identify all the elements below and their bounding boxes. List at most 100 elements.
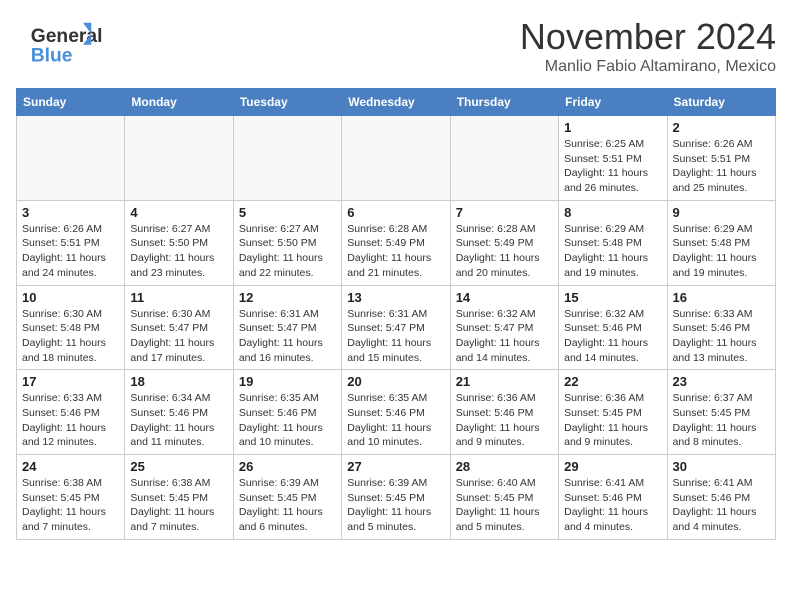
day-info: Sunrise: 6:32 AM Sunset: 5:46 PM Dayligh… [564,307,661,366]
day-info: Sunrise: 6:31 AM Sunset: 5:47 PM Dayligh… [239,307,336,366]
day-info: Sunrise: 6:28 AM Sunset: 5:49 PM Dayligh… [347,222,444,281]
calendar-cell: 23 Sunrise: 6:37 AM Sunset: 5:45 PM Dayli… [667,370,775,455]
day-number: 22 [564,374,661,389]
calendar-cell: 18 Sunrise: 6:34 AM Sunset: 5:46 PM Dayli… [125,370,233,455]
day-number: 8 [564,205,661,220]
calendar-cell: 27 Sunrise: 6:39 AM Sunset: 5:45 PM Dayli… [342,455,450,540]
calendar-cell: 3Sunrise: 6:26 AM Sunset: 5:51 PM Daylig… [17,200,125,285]
day-number: 30 [673,459,770,474]
day-info: Sunrise: 6:41 AM Sunset: 5:46 PM Dayligh… [564,476,661,535]
calendar-cell: 29 Sunrise: 6:41 AM Sunset: 5:46 PM Dayli… [559,455,667,540]
logo-icon: General Blue [16,20,106,64]
day-info: Sunrise: 6:39 AM Sunset: 5:45 PM Dayligh… [347,476,444,535]
calendar-header-row: SundayMondayTuesdayWednesdayThursdayFrid… [17,89,776,116]
day-number: 24 [22,459,119,474]
day-info: Sunrise: 6:38 AM Sunset: 5:45 PM Dayligh… [22,476,119,535]
day-number: 27 [347,459,444,474]
calendar-week-row: 24 Sunrise: 6:38 AM Sunset: 5:45 PM Dayli… [17,455,776,540]
day-info: Sunrise: 6:33 AM Sunset: 5:46 PM Dayligh… [22,391,119,450]
col-header-sunday: Sunday [17,89,125,116]
day-number: 6 [347,205,444,220]
day-number: 12 [239,290,336,305]
calendar-cell: 2 Sunrise: 6:26 AM Sunset: 5:51 PM Daylig… [667,116,775,201]
calendar-cell: 19 Sunrise: 6:35 AM Sunset: 5:46 PM Dayli… [233,370,341,455]
calendar-cell: 22Sunrise: 6:36 AM Sunset: 5:45 PM Dayli… [559,370,667,455]
day-number: 19 [239,374,336,389]
day-info: Sunrise: 6:25 AM Sunset: 5:51 PM Dayligh… [564,137,661,196]
day-number: 25 [130,459,227,474]
calendar-cell [342,116,450,201]
calendar-week-row: 1 Sunrise: 6:25 AM Sunset: 5:51 PM Daylig… [17,116,776,201]
day-info: Sunrise: 6:38 AM Sunset: 5:45 PM Dayligh… [130,476,227,535]
day-info: Sunrise: 6:40 AM Sunset: 5:45 PM Dayligh… [456,476,553,535]
svg-text:Blue: Blue [31,45,73,64]
col-header-thursday: Thursday [450,89,558,116]
logo: General Blue [16,16,110,64]
calendar-cell: 21 Sunrise: 6:36 AM Sunset: 5:46 PM Dayli… [450,370,558,455]
day-info: Sunrise: 6:32 AM Sunset: 5:47 PM Dayligh… [456,307,553,366]
calendar-cell: 8 Sunrise: 6:29 AM Sunset: 5:48 PM Daylig… [559,200,667,285]
month-title: November 2024 [520,16,776,58]
calendar-table: SundayMondayTuesdayWednesdayThursdayFrid… [16,88,776,540]
day-info: Sunrise: 6:29 AM Sunset: 5:48 PM Dayligh… [673,222,770,281]
day-number: 13 [347,290,444,305]
day-number: 21 [456,374,553,389]
svg-text:General: General [31,26,103,47]
day-info: Sunrise: 6:28 AM Sunset: 5:49 PM Dayligh… [456,222,553,281]
calendar-cell [450,116,558,201]
calendar-cell: 17 Sunrise: 6:33 AM Sunset: 5:46 PM Dayli… [17,370,125,455]
day-info: Sunrise: 6:30 AM Sunset: 5:47 PM Dayligh… [130,307,227,366]
day-info: Sunrise: 6:31 AM Sunset: 5:47 PM Dayligh… [347,307,444,366]
calendar-cell: 12 Sunrise: 6:31 AM Sunset: 5:47 PM Dayli… [233,285,341,370]
day-info: Sunrise: 6:29 AM Sunset: 5:48 PM Dayligh… [564,222,661,281]
day-number: 1 [564,120,661,135]
day-number: 7 [456,205,553,220]
calendar-cell: 16 Sunrise: 6:33 AM Sunset: 5:46 PM Dayli… [667,285,775,370]
day-info: Sunrise: 6:35 AM Sunset: 5:46 PM Dayligh… [239,391,336,450]
day-info: Sunrise: 6:30 AM Sunset: 5:48 PM Dayligh… [22,307,119,366]
calendar-cell: 26 Sunrise: 6:39 AM Sunset: 5:45 PM Dayli… [233,455,341,540]
calendar-cell: 14Sunrise: 6:32 AM Sunset: 5:47 PM Dayli… [450,285,558,370]
calendar-cell: 5 Sunrise: 6:27 AM Sunset: 5:50 PM Daylig… [233,200,341,285]
calendar-cell [17,116,125,201]
calendar-week-row: 10Sunrise: 6:30 AM Sunset: 5:48 PM Dayli… [17,285,776,370]
day-number: 2 [673,120,770,135]
calendar-cell: 20 Sunrise: 6:35 AM Sunset: 5:46 PM Dayli… [342,370,450,455]
day-number: 16 [673,290,770,305]
day-info: Sunrise: 6:41 AM Sunset: 5:46 PM Dayligh… [673,476,770,535]
calendar-cell [125,116,233,201]
day-number: 17 [22,374,119,389]
title-block: November 2024 Manlio Fabio Altamirano, M… [520,16,776,76]
day-info: Sunrise: 6:35 AM Sunset: 5:46 PM Dayligh… [347,391,444,450]
day-number: 18 [130,374,227,389]
day-number: 23 [673,374,770,389]
calendar-cell: 15 Sunrise: 6:32 AM Sunset: 5:46 PM Dayli… [559,285,667,370]
calendar-cell: 24 Sunrise: 6:38 AM Sunset: 5:45 PM Dayli… [17,455,125,540]
day-number: 29 [564,459,661,474]
location-title: Manlio Fabio Altamirano, Mexico [520,58,776,76]
calendar-cell: 11 Sunrise: 6:30 AM Sunset: 5:47 PM Dayli… [125,285,233,370]
day-info: Sunrise: 6:34 AM Sunset: 5:46 PM Dayligh… [130,391,227,450]
day-info: Sunrise: 6:39 AM Sunset: 5:45 PM Dayligh… [239,476,336,535]
calendar-cell: 25 Sunrise: 6:38 AM Sunset: 5:45 PM Dayli… [125,455,233,540]
calendar-cell: 9Sunrise: 6:29 AM Sunset: 5:48 PM Daylig… [667,200,775,285]
calendar-cell: 6 Sunrise: 6:28 AM Sunset: 5:49 PM Daylig… [342,200,450,285]
day-info: Sunrise: 6:27 AM Sunset: 5:50 PM Dayligh… [130,222,227,281]
day-info: Sunrise: 6:33 AM Sunset: 5:46 PM Dayligh… [673,307,770,366]
day-number: 15 [564,290,661,305]
day-number: 26 [239,459,336,474]
day-info: Sunrise: 6:36 AM Sunset: 5:46 PM Dayligh… [456,391,553,450]
day-info: Sunrise: 6:37 AM Sunset: 5:45 PM Dayligh… [673,391,770,450]
day-info: Sunrise: 6:27 AM Sunset: 5:50 PM Dayligh… [239,222,336,281]
col-header-wednesday: Wednesday [342,89,450,116]
day-number: 5 [239,205,336,220]
day-number: 20 [347,374,444,389]
calendar-cell: 30 Sunrise: 6:41 AM Sunset: 5:46 PM Dayli… [667,455,775,540]
calendar-cell: 1 Sunrise: 6:25 AM Sunset: 5:51 PM Daylig… [559,116,667,201]
day-info: Sunrise: 6:26 AM Sunset: 5:51 PM Dayligh… [22,222,119,281]
day-number: 11 [130,290,227,305]
day-number: 4 [130,205,227,220]
calendar-cell: 13 Sunrise: 6:31 AM Sunset: 5:47 PM Dayli… [342,285,450,370]
day-info: Sunrise: 6:26 AM Sunset: 5:51 PM Dayligh… [673,137,770,196]
calendar-cell [233,116,341,201]
